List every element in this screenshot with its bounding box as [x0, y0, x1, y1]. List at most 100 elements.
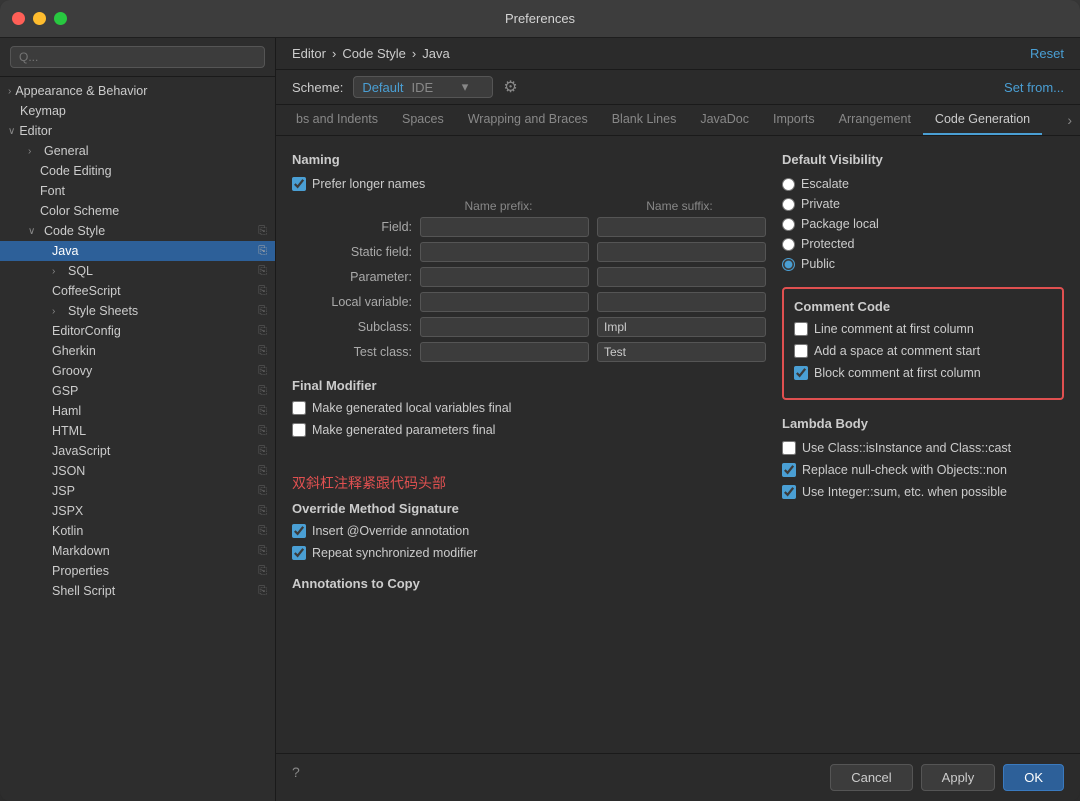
prefer-longer-label: Prefer longer names: [312, 177, 425, 191]
close-button[interactable]: [12, 12, 25, 25]
sidebar-item-label: Style Sheets: [68, 304, 138, 318]
sidebar-item-code-editing[interactable]: Code Editing: [0, 161, 275, 181]
tab-tabs-indents[interactable]: bs and Indents: [284, 105, 390, 135]
escalate-radio[interactable]: [782, 178, 795, 191]
sidebar-item-properties[interactable]: Properties ⎘: [0, 561, 275, 581]
private-radio-row: Private: [782, 197, 1064, 211]
parameter-suffix-input[interactable]: [597, 267, 766, 287]
sidebar-item-editorconfig[interactable]: EditorConfig ⎘: [0, 321, 275, 341]
prefer-longer-checkbox[interactable]: [292, 177, 306, 191]
subclass-prefix-input[interactable]: [420, 317, 589, 337]
search-area: [0, 38, 275, 77]
final-params-checkbox[interactable]: [292, 423, 306, 437]
static-field-suffix-input[interactable]: [597, 242, 766, 262]
local-variable-row: Local variable:: [292, 292, 766, 312]
public-radio[interactable]: [782, 258, 795, 271]
tabs-more-icon[interactable]: ›: [1067, 112, 1072, 128]
block-comment-first-checkbox[interactable]: [794, 366, 808, 380]
use-integer-sum-checkbox[interactable]: [782, 485, 796, 499]
sidebar-item-font[interactable]: Font: [0, 181, 275, 201]
copy-icon: ⎘: [258, 245, 267, 258]
ok-button[interactable]: OK: [1003, 764, 1064, 791]
set-from-button[interactable]: Set from...: [1004, 80, 1064, 95]
help-icon[interactable]: ?: [292, 764, 300, 791]
parameter-prefix-input[interactable]: [420, 267, 589, 287]
insert-override-checkbox[interactable]: [292, 524, 306, 538]
repeat-sync-checkbox[interactable]: [292, 546, 306, 560]
sidebar-item-coffeescript[interactable]: CoffeeScript ⎘: [0, 281, 275, 301]
public-label: Public: [801, 257, 835, 271]
use-isinstance-label: Use Class::isInstance and Class::cast: [802, 441, 1011, 455]
sidebar-item-keymap[interactable]: Keymap: [0, 101, 275, 121]
sidebar-item-haml[interactable]: Haml ⎘: [0, 401, 275, 421]
local-variable-prefix-input[interactable]: [420, 292, 589, 312]
package-local-radio[interactable]: [782, 218, 795, 231]
sidebar-item-jspx[interactable]: JSPX ⎘: [0, 501, 275, 521]
sidebar-item-json[interactable]: JSON ⎘: [0, 461, 275, 481]
minimize-button[interactable]: [33, 12, 46, 25]
sidebar-item-style-sheets[interactable]: › Style Sheets ⎘: [0, 301, 275, 321]
chinese-annotation-text: 双斜杠注释紧跟代码头部: [292, 475, 446, 491]
tab-code-generation[interactable]: Code Generation: [923, 105, 1042, 135]
annotations-to-copy-title: Annotations to Copy: [292, 576, 766, 591]
sidebar-item-javascript[interactable]: JavaScript ⎘: [0, 441, 275, 461]
test-class-prefix-input[interactable]: [420, 342, 589, 362]
titlebar: Preferences: [0, 0, 1080, 38]
sidebar-tree: › Appearance & Behavior Keymap ∨ Editor …: [0, 77, 275, 801]
tab-blank-lines[interactable]: Blank Lines: [600, 105, 689, 135]
search-input[interactable]: [10, 46, 265, 68]
sidebar-item-general[interactable]: › General: [0, 141, 275, 161]
apply-button[interactable]: Apply: [921, 764, 996, 791]
sidebar-item-gherkin[interactable]: Gherkin ⎘: [0, 341, 275, 361]
sidebar-item-sql[interactable]: › SQL ⎘: [0, 261, 275, 281]
sidebar-item-code-style[interactable]: ∨ Code Style ⎘: [0, 221, 275, 241]
sidebar-item-html[interactable]: HTML ⎘: [0, 421, 275, 441]
right-column: Default Visibility Escalate Private Pack…: [782, 152, 1064, 737]
final-local-checkbox[interactable]: [292, 401, 306, 415]
test-class-suffix-input[interactable]: [597, 342, 766, 362]
sidebar-item-shell-script[interactable]: Shell Script ⎘: [0, 581, 275, 601]
tab-imports[interactable]: Imports: [761, 105, 827, 135]
sidebar-item-jsp[interactable]: JSP ⎘: [0, 481, 275, 501]
sidebar-item-label: Haml: [52, 404, 81, 418]
private-radio[interactable]: [782, 198, 795, 211]
sidebar-item-editor[interactable]: ∨ Editor: [0, 121, 275, 141]
subclass-suffix-input[interactable]: [597, 317, 766, 337]
scheme-left: Scheme: Default IDE ▾ ⚙: [292, 76, 518, 98]
maximize-button[interactable]: [54, 12, 67, 25]
tab-wrapping[interactable]: Wrapping and Braces: [456, 105, 600, 135]
sidebar-item-label: Shell Script: [52, 584, 115, 598]
sidebar-item-gsp[interactable]: GSP ⎘: [0, 381, 275, 401]
use-isinstance-checkbox[interactable]: [782, 441, 796, 455]
sidebar-item-markdown[interactable]: Markdown ⎘: [0, 541, 275, 561]
arrow-icon: ›: [28, 146, 40, 157]
sidebar-item-groovy[interactable]: Groovy ⎘: [0, 361, 275, 381]
local-variable-suffix-input[interactable]: [597, 292, 766, 312]
copy-icon: ⎘: [258, 445, 267, 458]
override-method-section: Override Method Signature Insert @Overri…: [292, 501, 766, 560]
tab-javadoc[interactable]: JavaDoc: [688, 105, 761, 135]
tab-spaces[interactable]: Spaces: [390, 105, 456, 135]
sidebar-item-appearance[interactable]: › Appearance & Behavior: [0, 81, 275, 101]
sidebar-item-kotlin[interactable]: Kotlin ⎘: [0, 521, 275, 541]
gear-icon[interactable]: ⚙: [503, 77, 517, 97]
tab-arrangement[interactable]: Arrangement: [827, 105, 923, 135]
breadcrumb-editor: Editor: [292, 46, 326, 61]
sidebar-item-java[interactable]: Java ⎘: [0, 241, 275, 261]
breadcrumb: Editor › Code Style › Java: [292, 46, 450, 61]
cancel-button[interactable]: Cancel: [830, 764, 912, 791]
sidebar: › Appearance & Behavior Keymap ∨ Editor …: [0, 38, 276, 801]
naming-section: Naming Prefer longer names Name prefix: …: [292, 152, 766, 362]
reset-button[interactable]: Reset: [1030, 46, 1064, 61]
scheme-dropdown[interactable]: Default IDE ▾: [353, 76, 493, 98]
static-field-row: Static field:: [292, 242, 766, 262]
field-prefix-input[interactable]: [420, 217, 589, 237]
static-field-prefix-input[interactable]: [420, 242, 589, 262]
field-suffix-input[interactable]: [597, 217, 766, 237]
local-variable-label: Local variable:: [292, 295, 412, 309]
replace-null-checkbox[interactable]: [782, 463, 796, 477]
sidebar-item-color-scheme[interactable]: Color Scheme: [0, 201, 275, 221]
protected-radio[interactable]: [782, 238, 795, 251]
line-comment-first-checkbox[interactable]: [794, 322, 808, 336]
add-space-comment-checkbox[interactable]: [794, 344, 808, 358]
